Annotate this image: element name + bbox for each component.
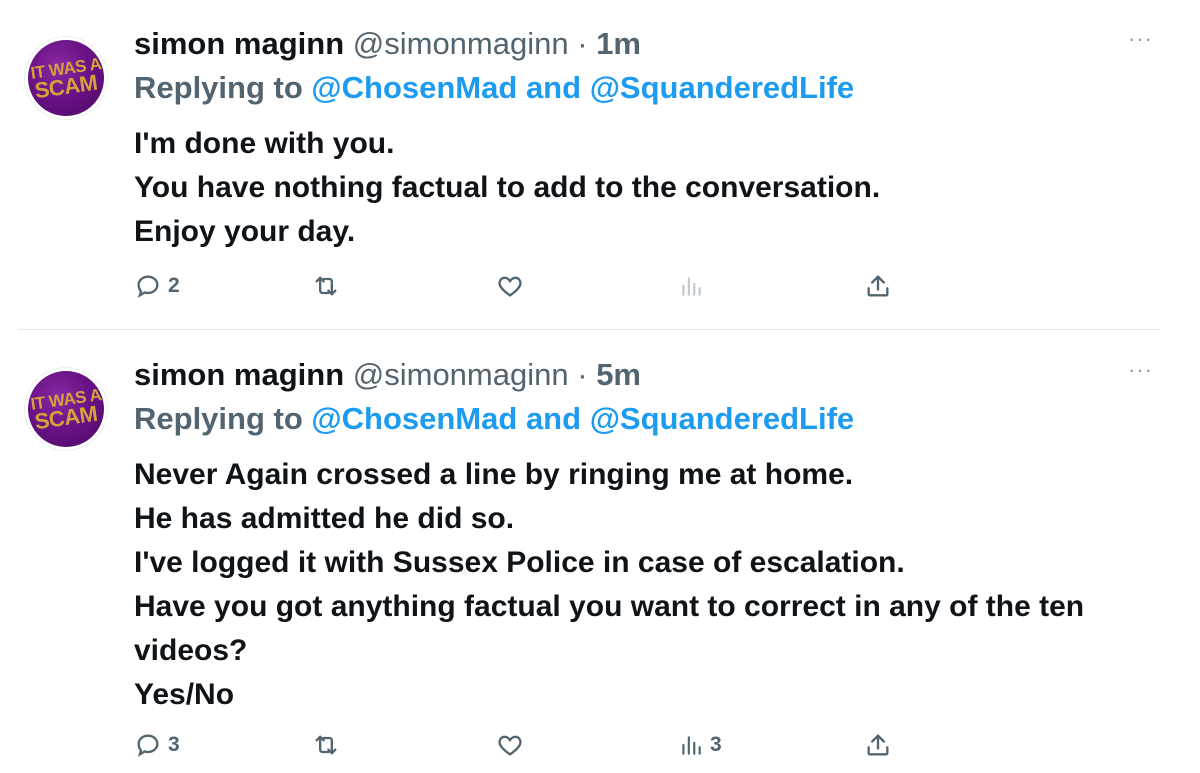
replying-to: Replying to @ChosenMad and @SquanderedLi… [134,70,854,106]
tweet-text-line: Yes/No [134,678,235,711]
reply-count: 3 [168,733,180,756]
tweet-text-line: You have nothing factual to add to the c… [134,171,881,204]
avatar[interactable]: IT WAS A SCAM [24,367,108,451]
separator-dot: · [577,357,588,392]
retweet-icon [315,276,337,296]
tweet-text-line: videos? [134,634,248,667]
share-icon [867,275,889,297]
retweet-button[interactable] [312,727,340,763]
replying-to-label: Replying to [134,401,303,436]
avatar[interactable]: IT WAS A SCAM [24,36,108,120]
tweet-timestamp[interactable]: 1m [596,26,641,61]
like-button[interactable] [496,268,524,304]
more-icon[interactable]: ··· [1128,357,1153,383]
reply-conjunction: and [525,401,582,436]
tweet[interactable]: IT WAS A SCAM simon maginn @simonmaginn … [0,331,1200,773]
author-handle[interactable]: @simonmaginn [353,26,569,61]
tweet-text-line: He has admitted he did so. [134,502,515,535]
retweet-icon [315,735,337,755]
retweet-button[interactable] [312,268,340,304]
avatar-image: IT WAS A SCAM [28,371,104,447]
like-button[interactable] [496,727,524,763]
reply-conjunction: and [525,70,582,105]
mention-link[interactable]: @ChosenMad [311,70,517,105]
views-count: 3 [710,733,722,756]
replying-to-label: Replying to [134,70,303,105]
tweet[interactable]: IT WAS A SCAM simon maginn @simonmaginn … [0,0,1200,330]
tweet-text-line: I'm done with you. [134,127,395,160]
tweet-text-line: Enjoy your day. [134,215,356,248]
views-icon [682,277,701,296]
reply-button[interactable]: 3 [134,727,180,763]
heart-icon [498,735,522,756]
avatar-image: IT WAS A SCAM [28,40,104,116]
mention-link[interactable]: @ChosenMad [311,401,517,436]
action-bar: 2 [134,268,914,304]
tweet-header: simon maginn @simonmaginn · 1m [134,26,641,62]
mention-link[interactable]: @SquanderedLife [590,70,854,105]
tweet-header: simon maginn @simonmaginn · 5m [134,357,641,393]
tweet-text: I'm done with you. You have nothing fact… [134,122,1174,254]
author-name[interactable]: simon maginn [134,26,344,61]
share-button[interactable] [864,268,892,304]
reply-button[interactable]: 2 [134,268,180,304]
mention-link[interactable]: @SquanderedLife [590,401,854,436]
views-icon [682,736,701,755]
tweet-text: Never Again crossed a line by ringing me… [134,453,1174,717]
tweet-timestamp[interactable]: 5m [596,357,641,392]
tweet-text-line: I've logged it with Sussex Police in cas… [134,546,905,579]
author-handle[interactable]: @simonmaginn [353,357,569,392]
share-icon [867,734,889,756]
views-button[interactable]: 3 [678,727,722,763]
action-bar: 3 3 [134,727,914,763]
reply-count: 2 [168,274,180,297]
tweet-text-line: Never Again crossed a line by ringing me… [134,458,854,491]
more-icon[interactable]: ··· [1128,26,1153,52]
author-name[interactable]: simon maginn [134,357,344,392]
views-button[interactable] [678,268,704,304]
tweet-text-line: Have you got anything factual you want t… [134,590,1085,623]
share-button[interactable] [864,727,892,763]
separator-dot: · [577,26,588,61]
tweet-divider [18,329,1160,330]
reply-icon [137,734,159,757]
heart-icon [498,276,522,297]
replying-to: Replying to @ChosenMad and @SquanderedLi… [134,401,854,437]
reply-icon [137,275,159,298]
